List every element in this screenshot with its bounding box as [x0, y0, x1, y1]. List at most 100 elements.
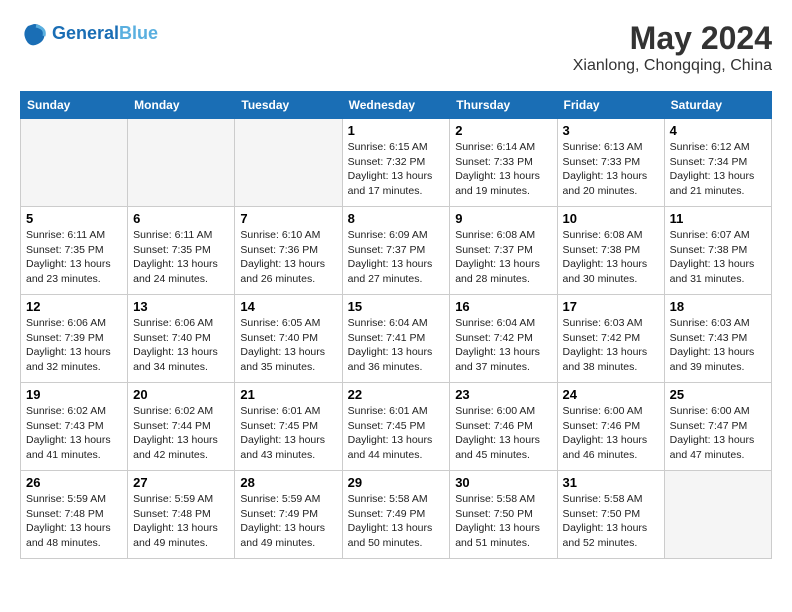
day-number: 10 [563, 211, 659, 226]
calendar-cell: 11Sunrise: 6:07 AMSunset: 7:38 PMDayligh… [664, 207, 771, 295]
calendar-cell: 16Sunrise: 6:04 AMSunset: 7:42 PMDayligh… [450, 295, 557, 383]
day-info: Sunrise: 5:58 AMSunset: 7:50 PMDaylight:… [455, 492, 551, 551]
calendar-cell: 13Sunrise: 6:06 AMSunset: 7:40 PMDayligh… [128, 295, 235, 383]
calendar-cell: 6 Sunrise: 6:11 AMSunset: 7:35 PMDaylight… [128, 207, 235, 295]
day-number: 18 [670, 299, 766, 314]
calendar-cell: 19 Sunrise: 6:02 AMSunset: 7:43 PMDayligh… [21, 383, 128, 471]
day-number: 15 [348, 299, 445, 314]
day-number: 6 [133, 211, 229, 226]
day-info: Sunrise: 6:04 AMSunset: 7:42 PMDaylight:… [455, 316, 551, 375]
day-number: 2 [455, 123, 551, 138]
day-info: Sunrise: 6:02 AMSunset: 7:44 PMDaylight:… [133, 404, 229, 463]
day-info: Sunrise: 6:08 AMSunset: 7:37 PMDaylight:… [455, 228, 551, 287]
calendar-cell: 10 Sunrise: 6:08 AMSunset: 7:38 PMDayligh… [557, 207, 664, 295]
logo-general: General [52, 23, 119, 43]
day-info: Sunrise: 6:15 AMSunset: 7:32 PMDaylight:… [348, 140, 445, 199]
weekday-header-monday: Monday [128, 92, 235, 119]
day-info: Sunrise: 6:11 AMSunset: 7:35 PMDaylight:… [133, 228, 229, 287]
day-number: 5 [26, 211, 122, 226]
calendar-cell: 24 Sunrise: 6:00 AMSunset: 7:46 PMDayligh… [557, 383, 664, 471]
day-info: Sunrise: 5:59 AMSunset: 7:48 PMDaylight:… [26, 492, 122, 551]
day-info: Sunrise: 6:07 AMSunset: 7:38 PMDaylight:… [670, 228, 766, 287]
day-number: 27 [133, 475, 229, 490]
calendar-cell: 1 Sunrise: 6:15 AMSunset: 7:32 PMDaylight… [342, 119, 450, 207]
day-info: Sunrise: 6:06 AMSunset: 7:39 PMDaylight:… [26, 316, 122, 375]
weekday-header-sunday: Sunday [21, 92, 128, 119]
day-number: 7 [240, 211, 336, 226]
day-info: Sunrise: 6:14 AMSunset: 7:33 PMDaylight:… [455, 140, 551, 199]
calendar-cell: 26 Sunrise: 5:59 AMSunset: 7:48 PMDayligh… [21, 471, 128, 559]
calendar-cell: 28 Sunrise: 5:59 AMSunset: 7:49 PMDayligh… [235, 471, 342, 559]
logo-icon [20, 20, 48, 48]
day-info: Sunrise: 5:58 AMSunset: 7:50 PMDaylight:… [563, 492, 659, 551]
calendar-cell: 18 Sunrise: 6:03 AMSunset: 7:43 PMDayligh… [664, 295, 771, 383]
day-info: Sunrise: 6:00 AMSunset: 7:46 PMDaylight:… [563, 404, 659, 463]
day-number: 25 [670, 387, 766, 402]
calendar-cell: 20Sunrise: 6:02 AMSunset: 7:44 PMDayligh… [128, 383, 235, 471]
calendar-week-row: 19 Sunrise: 6:02 AMSunset: 7:43 PMDayligh… [21, 383, 772, 471]
calendar-cell [235, 119, 342, 207]
day-number: 14 [240, 299, 336, 314]
calendar-cell: 7 Sunrise: 6:10 AMSunset: 7:36 PMDaylight… [235, 207, 342, 295]
calendar-cell [128, 119, 235, 207]
calendar-header-row: SundayMondayTuesdayWednesdayThursdayFrid… [21, 92, 772, 119]
weekday-header-tuesday: Tuesday [235, 92, 342, 119]
day-number: 24 [563, 387, 659, 402]
calendar-cell: 9 Sunrise: 6:08 AMSunset: 7:37 PMDaylight… [450, 207, 557, 295]
day-info: Sunrise: 6:10 AMSunset: 7:36 PMDaylight:… [240, 228, 336, 287]
calendar-cell: 12 Sunrise: 6:06 AMSunset: 7:39 PMDayligh… [21, 295, 128, 383]
calendar-cell: 4 Sunrise: 6:12 AMSunset: 7:34 PMDaylight… [664, 119, 771, 207]
day-info: Sunrise: 5:58 AMSunset: 7:49 PMDaylight:… [348, 492, 445, 551]
day-info: Sunrise: 6:01 AMSunset: 7:45 PMDaylight:… [348, 404, 445, 463]
day-info: Sunrise: 6:03 AMSunset: 7:42 PMDaylight:… [563, 316, 659, 375]
day-info: Sunrise: 6:05 AMSunset: 7:40 PMDaylight:… [240, 316, 336, 375]
day-number: 12 [26, 299, 122, 314]
day-info: Sunrise: 6:12 AMSunset: 7:34 PMDaylight:… [670, 140, 766, 199]
calendar-cell [664, 471, 771, 559]
calendar-cell: 30Sunrise: 5:58 AMSunset: 7:50 PMDayligh… [450, 471, 557, 559]
calendar-cell: 8 Sunrise: 6:09 AMSunset: 7:37 PMDaylight… [342, 207, 450, 295]
calendar-cell: 27 Sunrise: 5:59 AMSunset: 7:48 PMDayligh… [128, 471, 235, 559]
logo-text: GeneralBlue [52, 23, 158, 45]
calendar-cell [21, 119, 128, 207]
day-number: 21 [240, 387, 336, 402]
weekday-header-friday: Friday [557, 92, 664, 119]
day-info: Sunrise: 6:04 AMSunset: 7:41 PMDaylight:… [348, 316, 445, 375]
day-info: Sunrise: 6:09 AMSunset: 7:37 PMDaylight:… [348, 228, 445, 287]
day-number: 9 [455, 211, 551, 226]
page-header: GeneralBlue May 2024 Xianlong, Chongqing… [20, 20, 772, 75]
month-year-title: May 2024 [573, 20, 772, 57]
day-info: Sunrise: 6:08 AMSunset: 7:38 PMDaylight:… [563, 228, 659, 287]
day-number: 19 [26, 387, 122, 402]
day-number: 17 [563, 299, 659, 314]
calendar-week-row: 12 Sunrise: 6:06 AMSunset: 7:39 PMDayligh… [21, 295, 772, 383]
day-number: 1 [348, 123, 445, 138]
day-info: Sunrise: 6:06 AMSunset: 7:40 PMDaylight:… [133, 316, 229, 375]
day-number: 4 [670, 123, 766, 138]
calendar-cell: 22 Sunrise: 6:01 AMSunset: 7:45 PMDayligh… [342, 383, 450, 471]
calendar-week-row: 5 Sunrise: 6:11 AMSunset: 7:35 PMDaylight… [21, 207, 772, 295]
calendar-cell: 31Sunrise: 5:58 AMSunset: 7:50 PMDayligh… [557, 471, 664, 559]
weekday-header-wednesday: Wednesday [342, 92, 450, 119]
day-info: Sunrise: 6:00 AMSunset: 7:47 PMDaylight:… [670, 404, 766, 463]
day-info: Sunrise: 5:59 AMSunset: 7:48 PMDaylight:… [133, 492, 229, 551]
location-subtitle: Xianlong, Chongqing, China [573, 57, 772, 75]
day-info: Sunrise: 5:59 AMSunset: 7:49 PMDaylight:… [240, 492, 336, 551]
calendar-week-row: 1 Sunrise: 6:15 AMSunset: 7:32 PMDaylight… [21, 119, 772, 207]
day-number: 26 [26, 475, 122, 490]
day-number: 22 [348, 387, 445, 402]
day-info: Sunrise: 6:13 AMSunset: 7:33 PMDaylight:… [563, 140, 659, 199]
calendar-cell: 3Sunrise: 6:13 AMSunset: 7:33 PMDaylight… [557, 119, 664, 207]
logo-blue: Blue [119, 23, 158, 43]
day-number: 28 [240, 475, 336, 490]
calendar-cell: 15 Sunrise: 6:04 AMSunset: 7:41 PMDayligh… [342, 295, 450, 383]
calendar-cell: 2 Sunrise: 6:14 AMSunset: 7:33 PMDaylight… [450, 119, 557, 207]
calendar-cell: 29Sunrise: 5:58 AMSunset: 7:49 PMDayligh… [342, 471, 450, 559]
title-block: May 2024 Xianlong, Chongqing, China [573, 20, 772, 75]
day-number: 8 [348, 211, 445, 226]
day-info: Sunrise: 6:00 AMSunset: 7:46 PMDaylight:… [455, 404, 551, 463]
calendar-week-row: 26 Sunrise: 5:59 AMSunset: 7:48 PMDayligh… [21, 471, 772, 559]
day-number: 23 [455, 387, 551, 402]
day-info: Sunrise: 6:03 AMSunset: 7:43 PMDaylight:… [670, 316, 766, 375]
day-info: Sunrise: 6:02 AMSunset: 7:43 PMDaylight:… [26, 404, 122, 463]
